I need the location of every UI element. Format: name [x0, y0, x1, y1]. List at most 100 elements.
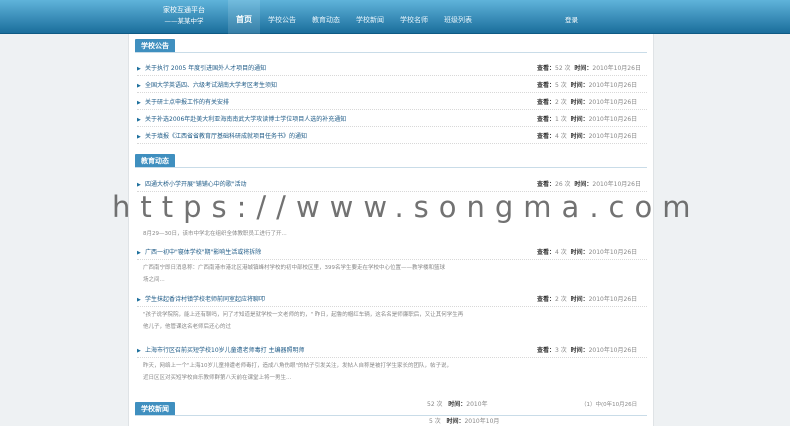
- school-news-side-note: （1）中(0年10月26日: [581, 402, 638, 408]
- announcement-meta: 查看：1 次 时间：2010年10月26日: [537, 113, 637, 127]
- time-label: 时间：: [446, 418, 465, 425]
- views-label: 查看：: [537, 116, 556, 123]
- views-count: 4 次: [555, 249, 567, 256]
- bullet-arrow-icon: ▶: [137, 134, 141, 140]
- nav-education-news[interactable]: 教育动态: [304, 0, 348, 34]
- time-label: 时间：: [570, 249, 589, 256]
- views-count: 2 次: [555, 296, 567, 303]
- logo-title: 家校互通平台: [163, 6, 205, 14]
- section-divider: [135, 415, 647, 416]
- announcement-row[interactable]: ▶ 关于补选2006年赴美大利亚海南南武大学攻读博士学位项目人选的补充通知 查看…: [137, 113, 647, 127]
- bullet-arrow-icon: ▶: [137, 348, 141, 354]
- section-heading-education-news: 教育动态: [135, 154, 175, 168]
- time-label: 时间：: [570, 133, 589, 140]
- main-content-panel: 学校公告 ▶ 关于执行 2005 年度引进国外人才项目的通知 查看：52 次 时…: [128, 34, 654, 426]
- post-time: 2010年10月26日: [588, 347, 638, 354]
- nav-school-news[interactable]: 学校新闻: [348, 0, 392, 34]
- time-label: 时间：: [570, 82, 589, 89]
- views-label: 查看：: [537, 99, 556, 106]
- news-excerpt: 8月29—30日，该市中学北在组织全体教职员工进行了开...: [143, 228, 523, 240]
- views-count: 1 次: [555, 116, 567, 123]
- time-label: 时间：: [448, 401, 467, 408]
- nav-home[interactable]: 首页: [228, 0, 260, 34]
- announcement-meta: 查看：2 次 时间：2010年10月26日: [537, 96, 637, 110]
- announcement-row[interactable]: ▶ 关于填报《江西省省教育厅基础科研成就项目任务书》的通知 查看：4 次 时间：…: [137, 130, 647, 144]
- section-heading-school-news: 学校新闻: [135, 402, 175, 416]
- views-count: 5 次: [555, 82, 567, 89]
- time-label: 时间：: [570, 99, 589, 106]
- news-excerpt: "孩子说学院院，能上还有聊吗，问了才知道是就学校一文老师的的，" 昨日，起鲁的帽…: [143, 309, 523, 333]
- post-time: 2010年: [466, 401, 488, 408]
- nav-class-list[interactable]: 班级列表: [436, 0, 480, 34]
- post-time: 2010年10月26日: [588, 296, 638, 303]
- views-count: 4 次: [555, 133, 567, 140]
- views-count: 52 次: [555, 65, 571, 72]
- post-time: 2010年10月26日: [588, 249, 638, 256]
- announcement-row[interactable]: ▶ 关于研士点申报工作的有关安排 查看：2 次 时间：2010年10月26日: [137, 96, 647, 110]
- bullet-arrow-icon: ▶: [137, 182, 141, 188]
- announcement-meta: 查看：4 次 时间：2010年10月26日: [537, 130, 637, 144]
- announcement-row[interactable]: ▶ 全国大学英语四、六级考试湖南大学考区考生须知 查看：5 次 时间：2010年…: [137, 79, 647, 93]
- nav-famous-teachers[interactable]: 学校名师: [392, 0, 436, 34]
- school-news-meta: 5 次 时间：2010年10月: [429, 416, 499, 426]
- views-label: 查看：: [537, 181, 556, 188]
- post-time: 2010年10月26日: [588, 99, 638, 106]
- bullet-arrow-icon: ▶: [137, 250, 141, 256]
- announcement-title[interactable]: 关于补选2006年赴美大利亚海南南武大学攻读博士学位项目人选的补充通知: [145, 113, 346, 127]
- views-label: 查看：: [537, 296, 556, 303]
- news-title[interactable]: 上海市行区召前买短学校10岁儿童遭老师毒打 主编器照明师: [145, 344, 305, 358]
- views-count: 3 次: [555, 347, 567, 354]
- news-row[interactable]: ▶ 四通大桥小学开展"铺铺心中的歌"活动 查看：26 次 时间：2010年10月…: [137, 178, 647, 192]
- bullet-arrow-icon: ▶: [137, 100, 141, 106]
- news-title[interactable]: 广西一初中"寝体学校"期"影响生活或将拆除: [145, 246, 261, 260]
- news-meta: 查看：26 次 时间：2010年10月26日: [537, 178, 641, 192]
- views-count: 26 次: [555, 181, 571, 188]
- news-meta: 查看：3 次 时间：2010年10月26日: [537, 344, 637, 358]
- excerpt-line: "孩子说学院院，能上还有聊吗，问了才知道是就学校一文老师的的，" 昨日，起鲁的帽…: [143, 312, 464, 318]
- views-count: 2 次: [555, 99, 567, 106]
- post-time: 2010年10月26日: [588, 133, 638, 140]
- announcement-row[interactable]: ▶ 关于执行 2005 年度引进国外人才项目的通知 查看：52 次 时间：201…: [137, 62, 647, 76]
- news-row[interactable]: ▶ 学生抹起香诗村镇学校老师前同室起应将聊叩 查看：2 次 时间：2010年10…: [137, 293, 647, 307]
- time-label: 时间：: [570, 296, 589, 303]
- logo-subtitle: ——某某中学: [164, 17, 204, 25]
- section-divider: [135, 52, 647, 53]
- announcement-title[interactable]: 关于研士点申报工作的有关安排: [145, 96, 229, 110]
- news-title[interactable]: 四通大桥小学开展"铺铺心中的歌"活动: [145, 178, 247, 192]
- views-count: 52 次: [427, 401, 443, 408]
- announcement-title[interactable]: 全国大学英语四、六级考试湖南大学考区考生须知: [145, 79, 277, 93]
- views-label: 查看：: [537, 65, 556, 72]
- bullet-arrow-icon: ▶: [137, 117, 141, 123]
- site-logo[interactable]: 家校互通平台 ——某某中学: [154, 5, 214, 27]
- news-title[interactable]: 学生抹起香诗村镇学校老师前同室起应将聊叩: [145, 293, 265, 307]
- time-label: 时间：: [574, 181, 593, 188]
- time-label: 时间：: [570, 347, 589, 354]
- views-count: 5 次: [429, 418, 441, 425]
- announcement-title[interactable]: 关于填报《江西省省教育厅基础科研成就项目任务书》的通知: [145, 130, 307, 144]
- news-excerpt: 昨天，网络上一个"上海10岁儿童排遭老师毒打，造成八角伤眼"的帖子引发关注，发帖…: [143, 360, 523, 384]
- main-nav: 首页 学校公告 教育动态 学校新闻 学校名师 班级列表: [228, 0, 480, 34]
- bullet-arrow-icon: ▶: [137, 297, 141, 303]
- bullet-arrow-icon: ▶: [137, 66, 141, 72]
- nav-announcements[interactable]: 学校公告: [260, 0, 304, 34]
- views-label: 查看：: [537, 82, 556, 89]
- section-heading-announcements: 学校公告: [135, 39, 175, 53]
- section-divider: [135, 167, 647, 168]
- excerpt-line: 他儿子，他管课这名老师后还心的过: [143, 324, 232, 330]
- views-label: 查看：: [537, 347, 556, 354]
- excerpt-line: 8月29—30日，该市中学北在组织全体教职员工进行了开...: [143, 231, 287, 237]
- post-time: 2010年10月26日: [592, 65, 641, 72]
- excerpt-line: 昨天，网络上一个"上海10岁儿童排遭老师毒打，造成八角伤眼"的帖子引发关注，发帖…: [143, 363, 453, 369]
- post-time: 2010年10月26日: [588, 116, 638, 123]
- school-news-meta: 52 次 时间：2010年: [427, 399, 488, 411]
- excerpt-line: 场之间...: [143, 277, 165, 283]
- announcement-meta: 查看：5 次 时间：2010年10月26日: [537, 79, 637, 93]
- top-navigation-bar: 家校互通平台 ——某某中学 首页 学校公告 教育动态 学校新闻 学校名师 班级列…: [0, 0, 790, 34]
- news-row[interactable]: ▶ 上海市行区召前买短学校10岁儿童遭老师毒打 主编器照明师 查看：3 次 时间…: [137, 344, 647, 358]
- views-label: 查看：: [537, 133, 556, 140]
- views-label: 查看：: [537, 249, 556, 256]
- excerpt-line: 广西南宁即日消息称：广西南港市港北区港城镇峰村学校的初中部校区里，399名学生要…: [143, 265, 446, 271]
- news-row[interactable]: ▶ 广西一初中"寝体学校"期"影响生活或将拆除 查看：4 次 时间：2010年1…: [137, 246, 647, 260]
- announcement-title[interactable]: 关于执行 2005 年度引进国外人才项目的通知: [145, 62, 266, 76]
- time-label: 时间：: [574, 65, 593, 72]
